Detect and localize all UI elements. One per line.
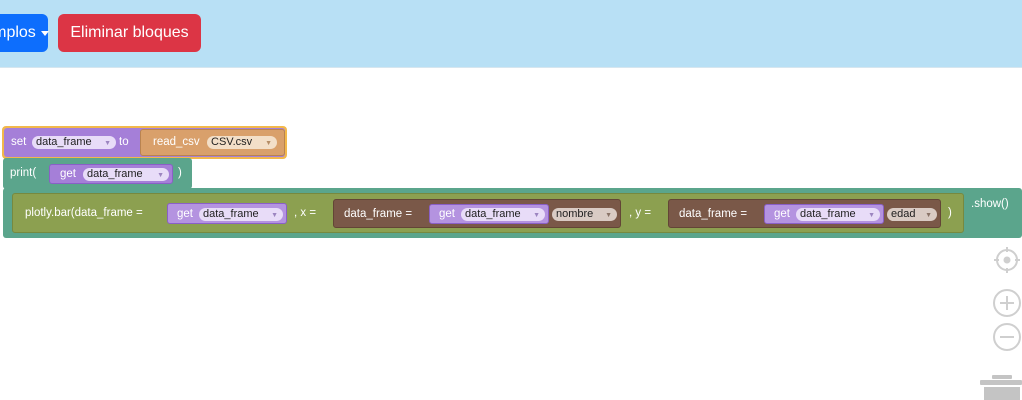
to-keyword: to — [119, 136, 129, 148]
print-block[interactable]: print( get data_frame ▼ ) — [3, 158, 192, 189]
x-column-name: nombre — [556, 208, 594, 220]
print-close-label: ) — [178, 167, 182, 179]
read-csv-label: read_csv — [153, 136, 200, 148]
dropdown-arrow-icon: ▼ — [265, 140, 272, 147]
read-csv-block[interactable]: read_csv CSV.csv ▼ — [140, 129, 285, 156]
examples-dropdown-button[interactable]: Ejemplos — [0, 14, 49, 52]
y-column-name: edad — [891, 208, 916, 220]
get-variable-block[interactable]: get data_frame ▼ — [49, 164, 173, 184]
target-icon[interactable] — [993, 246, 1021, 274]
set-variable-block[interactable]: set data_frame ▼ to read_csv CSV.csv ▼ — [2, 126, 287, 159]
print-open-label: print( — [10, 167, 37, 179]
dropdown-arrow-icon: ▼ — [271, 212, 278, 219]
dropdown-arrow-icon: ▼ — [104, 140, 111, 147]
print-variable-dropdown[interactable]: data_frame ▼ — [83, 168, 169, 181]
plot-show-block[interactable]: plotly.bar(data_frame = get data_frame ▼… — [3, 188, 1022, 238]
toolbar: Ejemplos Eliminar bloques — [0, 0, 1022, 68]
y-separator-label: , y = — [629, 207, 652, 219]
trash-icon[interactable] — [980, 373, 1022, 400]
dropdown-arrow-icon: ▼ — [533, 212, 540, 219]
set-variable-name: data_frame — [36, 136, 92, 148]
x-variable-name: data_frame — [465, 208, 521, 220]
get-keyword: get — [60, 168, 76, 180]
x-separator-label: , x = — [294, 207, 317, 219]
get-variable-block[interactable]: get data_frame ▼ — [167, 203, 287, 224]
csv-file-name: CSV.csv — [211, 136, 253, 148]
dropdown-arrow-icon: ▼ — [868, 212, 875, 219]
y-expr-label: data_frame = — [679, 208, 748, 220]
set-keyword: set — [11, 136, 27, 148]
plot-variable-dropdown[interactable]: data_frame ▼ — [199, 208, 283, 221]
csv-file-dropdown[interactable]: CSV.csv ▼ — [207, 136, 277, 149]
y-column-dropdown[interactable]: edad ▼ — [887, 208, 937, 221]
delete-blocks-button[interactable]: Eliminar bloques — [58, 14, 201, 52]
print-variable-name: data_frame — [87, 168, 143, 180]
get-keyword: get — [177, 208, 193, 220]
blockly-workspace[interactable]: set data_frame ▼ to read_csv CSV.csv ▼ p… — [0, 69, 1022, 400]
plotly-bar-label: plotly.bar(data_frame = — [25, 207, 143, 219]
dropdown-arrow-icon: ▼ — [605, 212, 612, 219]
plot-variable-name: data_frame — [203, 208, 259, 220]
dropdown-arrow-icon: ▼ — [925, 212, 932, 219]
get-variable-block[interactable]: get data_frame ▼ — [429, 204, 549, 224]
x-column-block[interactable]: data_frame = get data_frame ▼ nombre ▼ — [333, 199, 621, 228]
y-variable-dropdown[interactable]: data_frame ▼ — [796, 208, 880, 221]
dropdown-caret-icon — [40, 30, 49, 36]
y-column-block[interactable]: data_frame = get data_frame ▼ edad ▼ — [668, 199, 941, 228]
y-variable-name: data_frame — [800, 208, 856, 220]
dropdown-arrow-icon: ▼ — [157, 172, 164, 179]
x-column-dropdown[interactable]: nombre ▼ — [552, 208, 617, 221]
show-method-label: .show() — [971, 198, 1009, 210]
get-keyword: get — [439, 208, 455, 220]
plotly-bar-block[interactable]: plotly.bar(data_frame = get data_frame ▼… — [12, 193, 964, 233]
x-variable-dropdown[interactable]: data_frame ▼ — [461, 208, 545, 221]
zoom-in-icon[interactable] — [992, 288, 1022, 318]
set-variable-dropdown[interactable]: data_frame ▼ — [32, 136, 116, 149]
get-keyword: get — [774, 208, 790, 220]
x-expr-label: data_frame = — [344, 208, 413, 220]
zoom-out-icon[interactable] — [992, 322, 1022, 352]
get-variable-block[interactable]: get data_frame ▼ — [764, 204, 884, 224]
plot-close-label: ) — [948, 207, 952, 219]
examples-button-label: Ejemplos — [0, 24, 36, 41]
